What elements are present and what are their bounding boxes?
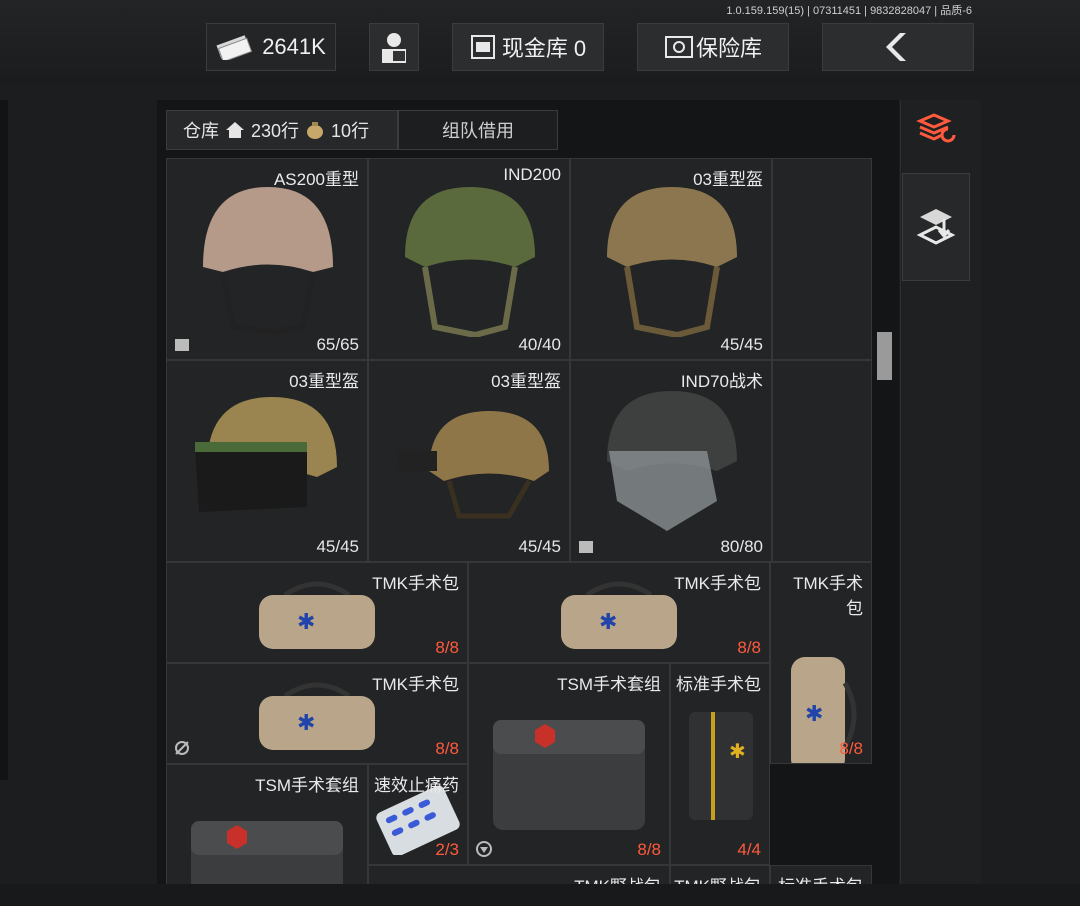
item-slot[interactable]: IND200 40/40 xyxy=(368,158,570,360)
item-slot[interactable]: 03重型盔 45/45 xyxy=(368,360,570,562)
item-name: 03重型盔 xyxy=(491,372,561,391)
vault-label: 现金库 0 xyxy=(501,36,587,61)
helmet-image xyxy=(405,187,535,337)
svg-text:✱: ✱ xyxy=(729,739,746,763)
warehouse-label: 仓库 xyxy=(183,121,219,141)
cash-icon xyxy=(216,35,253,60)
vault-icon xyxy=(470,35,495,59)
svg-text:✱: ✱ xyxy=(297,711,315,736)
medkit-image: ✱ xyxy=(259,682,375,750)
bag-rows-label: 10行 xyxy=(331,121,370,141)
item-name: AS200重型 xyxy=(273,170,359,189)
item-durability: 40/40 xyxy=(518,335,561,354)
version-text: 1.0.159.159(15) | 07311451 | 9832828047 … xyxy=(726,5,972,17)
item-slot[interactable]: ✱ TMK手术包 8/8 xyxy=(166,663,468,764)
item-durability: 45/45 xyxy=(316,537,359,556)
item-durability: 8/8 xyxy=(435,739,459,758)
helmet-image xyxy=(203,187,333,336)
item-slot[interactable]: 03重型盔 45/45 xyxy=(570,158,772,360)
sort-button[interactable] xyxy=(912,110,962,150)
item-durability: 45/45 xyxy=(720,335,763,354)
warehouse-tabs: 仓库 230行 10行 组队借用 xyxy=(166,110,558,150)
item-name: TSM手术套组 xyxy=(557,675,661,694)
medkit-image: ✱ xyxy=(259,581,375,649)
item-durability: 8/8 xyxy=(737,638,761,657)
item-durability: 4/4 xyxy=(737,840,761,859)
item-slot[interactable]: IND70战术 80/80 xyxy=(570,360,772,562)
item-name: TMK手术包 xyxy=(372,574,459,593)
item-name: TSM手术套组 xyxy=(255,776,359,795)
shield-icon xyxy=(476,841,492,857)
money-display[interactable]: 2641K xyxy=(206,23,336,71)
safe-icon xyxy=(664,36,693,58)
item-slot[interactable]: ✱ 标准手术包 4/4 xyxy=(670,663,770,865)
surgical-kit-image xyxy=(191,821,343,888)
item-name: TMK手术包 xyxy=(793,574,863,618)
item-durability: 2/3 xyxy=(435,840,459,859)
stack-refresh-icon xyxy=(916,113,956,143)
item-slot[interactable]: TSM手术套组 xyxy=(166,764,368,888)
helmet-image xyxy=(195,397,337,512)
medkit-image: ✱ xyxy=(561,581,677,649)
item-slot[interactable]: 03重型盔 45/45 xyxy=(166,360,368,562)
player-avatar-button[interactable] xyxy=(369,23,419,71)
back-button[interactable] xyxy=(822,23,974,71)
money-label: 2641K xyxy=(262,34,326,59)
left-edge xyxy=(0,100,8,780)
safe-label: 保险库 xyxy=(695,36,762,61)
box-icon xyxy=(579,541,593,553)
item-durability: 80/80 xyxy=(720,537,763,556)
tab-warehouse[interactable]: 仓库 230行 10行 xyxy=(166,110,398,150)
item-durability: 45/45 xyxy=(518,537,561,556)
item-name: IND70战术 xyxy=(680,372,763,391)
empty-slot[interactable] xyxy=(772,360,872,562)
item-name: 03重型盔 xyxy=(289,372,359,391)
no-insure-icon xyxy=(175,741,189,755)
box-icon xyxy=(175,339,189,351)
team-borrow-label: 组队借用 xyxy=(442,121,514,141)
item-name: 标准手术包 xyxy=(676,675,761,694)
layer-download-icon xyxy=(916,209,956,245)
surgical-pack-image: ✱ xyxy=(689,712,753,820)
cash-vault-button[interactable]: 现金库 0 xyxy=(452,23,604,71)
helmet-image xyxy=(397,411,549,519)
helmet-image xyxy=(607,187,737,337)
stash-layer-button[interactable] xyxy=(902,173,970,281)
item-slot[interactable]: TSM手术套组 8/8 xyxy=(468,663,670,865)
item-slot[interactable]: ✱ TMK手术包 8/8 xyxy=(468,562,770,663)
item-grid: AS200重型 65/65 IND200 40/40 03重型盔 45/45 0… xyxy=(166,158,872,888)
item-durability: 65/65 xyxy=(316,335,359,354)
helmet-image xyxy=(607,391,737,531)
scrollbar-thumb[interactable] xyxy=(877,332,892,380)
item-slot[interactable]: ✱ TMK手术包 8/8 xyxy=(166,562,468,663)
svg-text:✱: ✱ xyxy=(805,702,823,727)
item-name: 速效止痛药 xyxy=(374,776,459,795)
item-durability: 8/8 xyxy=(839,739,863,758)
tab-team-borrow[interactable]: 组队借用 xyxy=(398,110,558,150)
scroll-track[interactable] xyxy=(877,158,893,888)
svg-text:✱: ✱ xyxy=(599,610,617,635)
item-name: TMK手术包 xyxy=(372,675,459,694)
house-icon xyxy=(226,122,244,138)
safe-button[interactable]: 保险库 xyxy=(637,23,789,71)
chevron-left-icon xyxy=(886,33,906,61)
item-slot[interactable]: AS200重型 65/65 xyxy=(166,158,368,360)
surgical-kit-image xyxy=(493,720,645,830)
item-slot[interactable]: 速效止痛药 2/3 xyxy=(368,764,468,865)
svg-text:✱: ✱ xyxy=(297,610,315,635)
item-durability: 8/8 xyxy=(435,638,459,657)
operator-icon xyxy=(382,33,406,63)
item-name: 03重型盔 xyxy=(693,170,763,189)
bottom-edge xyxy=(0,884,1080,906)
bag-icon xyxy=(307,122,324,139)
item-slot[interactable]: ✱ TMK手术包 8/8 xyxy=(770,562,872,764)
item-name: TMK手术包 xyxy=(674,574,761,593)
empty-slot[interactable] xyxy=(772,158,872,360)
item-durability: 8/8 xyxy=(637,840,661,859)
item-name: IND200 xyxy=(503,165,561,184)
rows-label: 230行 xyxy=(251,121,300,141)
